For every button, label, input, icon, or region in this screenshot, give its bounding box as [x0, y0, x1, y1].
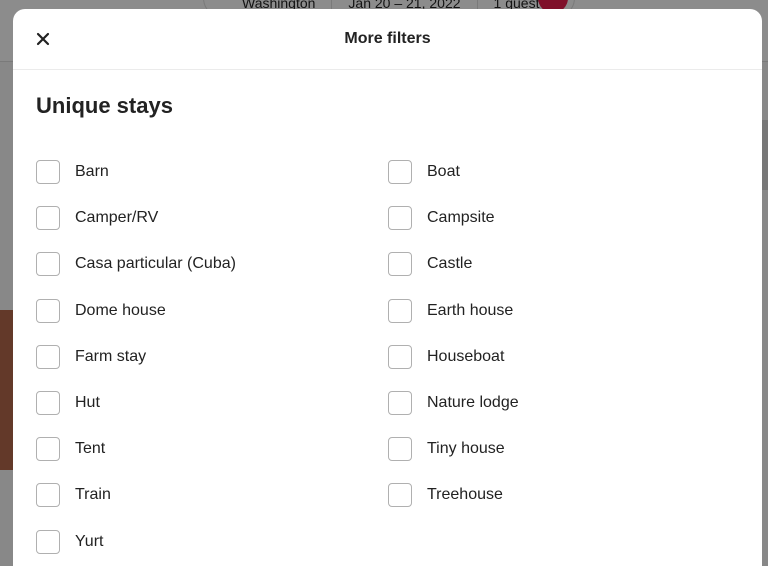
filter-option[interactable]: Casa particular (Cuba): [36, 241, 388, 287]
filter-option-label: Boat: [427, 163, 460, 180]
checkbox[interactable]: [36, 529, 60, 554]
filter-option-label: Campsite: [427, 209, 495, 227]
checkbox[interactable]: [388, 252, 412, 277]
more-filters-modal: More filters Unique stays Barn Boat Camper…: [13, 9, 762, 566]
filter-option-label: Earth house: [427, 301, 514, 319]
filter-option[interactable]: Dome house: [36, 288, 388, 334]
filter-option-label: Nature lodge: [427, 393, 519, 411]
unique-stays-options: Barn Boat Camper/RV Campsite Casa particular…: [36, 149, 746, 565]
filter-option[interactable]: Campsite: [388, 195, 740, 241]
filter-option-label: Yurt: [75, 532, 104, 550]
section-title: Unique stays: [36, 93, 173, 118]
filter-option-label: Farm stay: [75, 347, 147, 365]
filter-option-label: Hut: [75, 393, 100, 411]
filter-option[interactable]: Barn: [36, 149, 388, 195]
filter-option-label: Dome house: [75, 301, 166, 319]
filter-option[interactable]: Earth house: [388, 288, 740, 334]
checkbox[interactable]: [36, 437, 60, 462]
checkbox[interactable]: [36, 298, 60, 323]
filter-option[interactable]: Nature lodge: [388, 380, 740, 426]
checkbox[interactable]: [36, 160, 60, 184]
checkbox[interactable]: [388, 298, 412, 323]
modal-title: More filters: [344, 30, 431, 47]
filter-option[interactable]: Yurt: [36, 519, 388, 565]
filter-option-label: Castle: [427, 255, 473, 273]
close-icon: [36, 32, 50, 46]
checkbox[interactable]: [388, 160, 412, 184]
filter-option-label: Train: [75, 486, 111, 504]
filter-option-label: Camper/RV: [75, 209, 159, 227]
modal-header: More filters: [13, 9, 762, 70]
filter-option-label: Casa particular (Cuba): [75, 255, 236, 273]
filter-option[interactable]: Houseboat: [388, 334, 740, 380]
filter-option[interactable]: Castle: [388, 241, 740, 287]
filter-option[interactable]: Tiny house: [388, 426, 740, 472]
filter-option-label: Treehouse: [427, 486, 503, 504]
checkbox[interactable]: [36, 483, 60, 508]
checkbox[interactable]: [388, 390, 412, 415]
filter-option[interactable]: Treehouse: [388, 472, 740, 518]
filter-option-label: Houseboat: [427, 347, 505, 365]
checkbox[interactable]: [388, 483, 412, 508]
checkbox[interactable]: [388, 206, 412, 231]
filter-option-label: Tent: [75, 440, 106, 458]
filter-option[interactable]: Hut: [36, 380, 388, 426]
checkbox[interactable]: [36, 344, 60, 369]
filter-option[interactable]: Camper/RV: [36, 195, 388, 241]
filter-option[interactable]: Tent: [36, 426, 388, 472]
checkbox[interactable]: [36, 206, 60, 231]
filter-option-label: Tiny house: [427, 440, 505, 458]
filter-option[interactable]: Boat: [388, 149, 740, 195]
close-button[interactable]: [27, 23, 59, 55]
checkbox[interactable]: [388, 344, 412, 369]
filter-option[interactable]: Train: [36, 472, 388, 518]
filter-option-label: Barn: [75, 163, 109, 180]
checkbox[interactable]: [36, 252, 60, 277]
checkbox[interactable]: [388, 437, 412, 462]
filter-option[interactable]: Farm stay: [36, 334, 388, 380]
checkbox[interactable]: [36, 390, 60, 415]
